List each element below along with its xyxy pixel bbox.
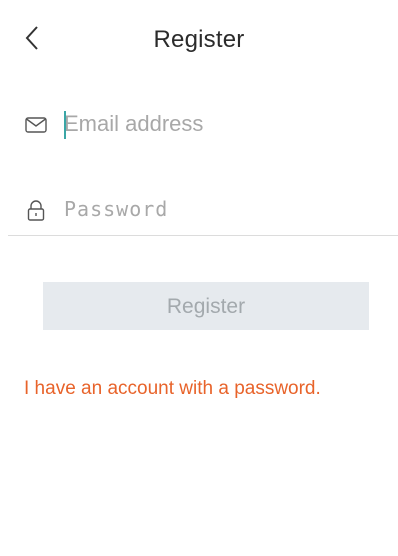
- email-field[interactable]: [64, 107, 374, 141]
- email-row: [0, 95, 398, 155]
- password-row: [0, 180, 398, 240]
- form-divider: [8, 235, 398, 236]
- register-button[interactable]: Register: [43, 282, 369, 330]
- text-caret: [64, 111, 66, 139]
- header-bar: Register: [0, 0, 398, 80]
- lock-icon: [27, 200, 45, 221]
- existing-account-link[interactable]: I have an account with a password.: [24, 378, 321, 400]
- password-field[interactable]: [64, 192, 374, 226]
- envelope-icon: [25, 117, 47, 133]
- page-title: Register: [153, 26, 245, 53]
